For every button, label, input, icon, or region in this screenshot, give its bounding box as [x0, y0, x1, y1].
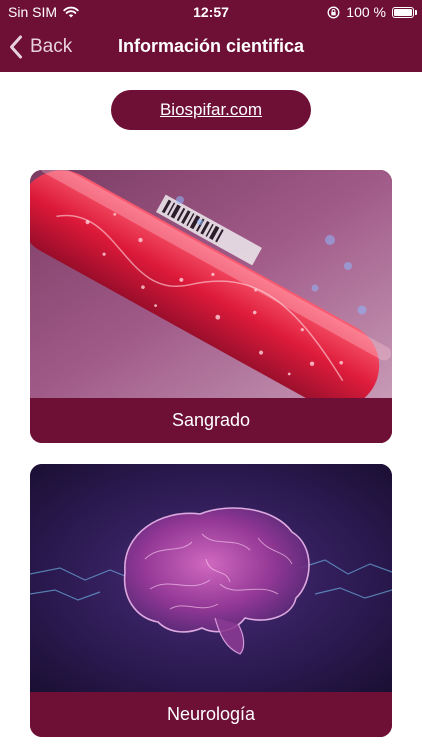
nav-bar: Back Información cientifica: [0, 24, 422, 72]
status-bar: Sin SIM 12:57 100 %: [0, 0, 422, 24]
card-sangrado[interactable]: Sangrado: [30, 170, 392, 443]
card-label-sangrado: Sangrado: [30, 398, 392, 443]
app-header: Sin SIM 12:57 100 % Back Información cie…: [0, 0, 422, 72]
card-neurologia[interactable]: Neurología: [30, 464, 392, 737]
battery-icon: [392, 6, 417, 18]
card-label-neurologia: Neurología: [30, 692, 392, 737]
website-link-button[interactable]: Biospifar.com: [111, 90, 311, 130]
status-right: 100 %: [327, 4, 417, 20]
battery-text: 100 %: [346, 4, 386, 20]
battery-fill: [394, 8, 412, 16]
blood-test-tube-image: [30, 170, 392, 398]
orientation-lock-icon: [327, 6, 340, 18]
page-title: Información cientifica: [117, 36, 305, 56]
brain-image: [30, 464, 392, 692]
